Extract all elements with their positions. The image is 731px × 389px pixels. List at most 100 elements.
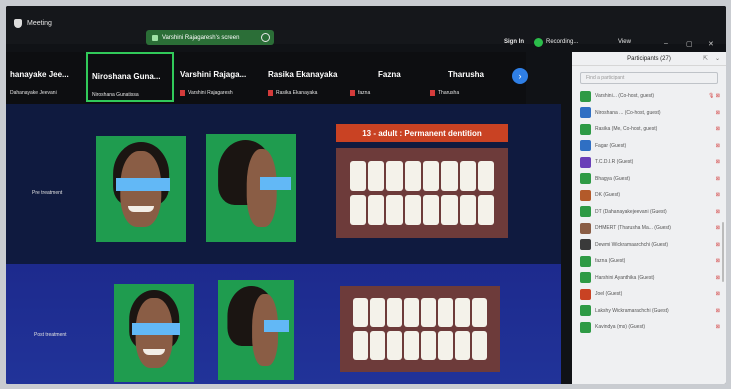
t — [477, 160, 495, 192]
participant-search-input[interactable]: Find a participant — [580, 72, 718, 84]
meeting-menu[interactable]: Meeting — [14, 19, 52, 28]
participant-row[interactable]: Dewmi Wickramaarchchi (Guest) ⊠ — [572, 237, 726, 254]
participant-row[interactable]: DT (Dahanayakejeevani (Guest) ⊠ — [572, 204, 726, 221]
mic-video-status-icon[interactable]: ⊠ — [716, 159, 720, 165]
mic-video-status-icon[interactable]: ⊠ — [716, 209, 720, 215]
mic-video-status-icon[interactable]: ⊠ — [716, 176, 720, 182]
pop-out-icon[interactable]: ⇱ — [703, 55, 708, 62]
video-tile[interactable]: Varshini Rajaga... Varshini Rajagaresh — [176, 52, 262, 102]
participant-name: Dewmi Wickramaarchchi (Guest) — [595, 241, 669, 248]
row — [352, 298, 488, 328]
t — [438, 330, 454, 360]
pre-profile-photo — [206, 134, 296, 242]
view-button[interactable]: View — [618, 39, 631, 45]
panel-title: Participants (27) — [627, 55, 671, 62]
privacy-blur — [131, 323, 180, 335]
tile-sub: Varshini Rajagaresh — [188, 90, 233, 96]
mic-video-status-icon[interactable]: ⊠ — [716, 225, 720, 231]
next-page-button[interactable]: › — [512, 68, 528, 84]
scrollbar[interactable] — [722, 222, 724, 282]
participant-row[interactable]: Kavindya (ms) (Guest) ⊠ — [572, 319, 726, 336]
t — [386, 160, 403, 192]
video-tile[interactable]: Tharusha Tharusha — [426, 52, 510, 102]
participants-panel: Participants (27) ⇱ ⌄ Find a participant… — [572, 52, 726, 384]
chevron-right-icon: › — [518, 71, 522, 81]
mic-video-status-icon[interactable]: ⊠ — [716, 242, 720, 248]
participant-row[interactable]: Rasika (Me, Co-host, guest) ⊠ — [572, 121, 726, 138]
mic-video-status-icon[interactable]: ⊠ — [716, 275, 720, 281]
avatar — [580, 239, 591, 251]
t — [438, 298, 454, 328]
slide-title: 13 - adult : Permanent dentition — [336, 124, 508, 142]
t — [368, 194, 385, 226]
participant-row[interactable]: Harshini Ayanthika (Guest) ⊠ — [572, 270, 726, 287]
smile — [142, 348, 166, 355]
participant-row[interactable]: Lakshy Wickramarachchi (Guest) ⊠ — [572, 303, 726, 320]
minimize-button[interactable]: – — [664, 40, 668, 47]
mic-video-status-icon[interactable]: ⊠ — [716, 110, 720, 116]
t — [441, 194, 458, 226]
participant-row[interactable]: Fagar (Guest) ⊠ — [572, 138, 726, 155]
avatar — [580, 321, 591, 333]
participant-row[interactable]: Joel (Guest) ⊠ — [572, 286, 726, 303]
row — [349, 160, 495, 192]
privacy-blur — [115, 178, 170, 192]
mic-video-status-icon[interactable]: ⊠ — [716, 126, 720, 132]
participant-row[interactable]: DHMERT (Tharusha Ma... (Guest) ⊠ — [572, 220, 726, 237]
participant-row[interactable]: fazna (Guest) ⊠ — [572, 253, 726, 270]
video-tile[interactable]: Fazna fazna — [346, 52, 426, 102]
participant-name: Fagar (Guest) — [595, 142, 627, 149]
t — [386, 298, 402, 328]
tile-label: Rasika Ekanayaka — [268, 90, 317, 96]
post-treatment-label: Post treatment — [34, 332, 67, 338]
mic-video-status-icon[interactable]: ⊠ — [716, 143, 720, 149]
pre-intraoral-photo — [336, 148, 508, 238]
avatar — [580, 90, 591, 102]
t — [352, 330, 368, 360]
mic-video-status-icon[interactable]: ⊠ — [716, 258, 720, 264]
mic-video-status-icon[interactable]: 🎙 ⊠ — [708, 93, 720, 99]
participant-row[interactable]: Bhagya (Guest) ⊠ — [572, 171, 726, 188]
security-shield-icon[interactable] — [534, 38, 543, 47]
participant-name: Kavindya (ms) (Guest) — [595, 324, 646, 331]
shared-screen-slide: Pre treatment Post treatment — [6, 104, 561, 384]
t — [422, 160, 440, 192]
mic-video-status-icon[interactable]: ⊠ — [716, 324, 720, 330]
screen-share-indicator[interactable]: Varshini Rajagaresh's screen — [146, 30, 274, 45]
zoom-window: Meeting Varshini Rajagaresh's screen Sig… — [6, 6, 726, 384]
close-button[interactable]: ✕ — [708, 40, 714, 48]
post-profile-photo — [218, 280, 294, 380]
mic-video-status-icon[interactable]: ⊠ — [716, 308, 720, 314]
post-intraoral-photo — [340, 286, 500, 372]
avatar — [580, 173, 591, 185]
tile-name: Tharusha — [448, 70, 485, 79]
participant-name: Rasika (Me, Co-host, guest) — [595, 126, 658, 133]
video-tile[interactable]: hanayake Jee... Dahanayake Jeevani — [6, 52, 86, 102]
video-tile[interactable]: Rasika Ekanayaka Rasika Ekanayaka — [264, 52, 352, 102]
share-label: Varshini Rajagaresh's screen — [162, 34, 240, 41]
options-icon[interactable] — [261, 33, 270, 42]
participant-name: Harshini Ayanthika (Guest) — [595, 274, 655, 281]
avatar — [580, 222, 591, 234]
participant-name: Bhagya (Guest) — [595, 175, 631, 182]
participant-row[interactable]: T.C.D.I.R (Guest) ⊠ — [572, 154, 726, 171]
participant-row[interactable]: DK (Guest) ⊠ — [572, 187, 726, 204]
avatar — [580, 189, 591, 201]
t — [459, 194, 476, 226]
avatar — [580, 206, 591, 218]
privacy-blur — [263, 320, 290, 332]
pre-frontal-photo — [96, 136, 186, 242]
avatar — [580, 255, 591, 267]
sign-in-button[interactable]: Sign In — [504, 39, 524, 45]
maximize-button[interactable]: ▢ — [686, 40, 693, 48]
recording-status[interactable]: Recording... — [546, 39, 578, 45]
mic-video-status-icon[interactable]: ⊠ — [716, 192, 720, 198]
tile-name: hanayake Jee... — [10, 70, 69, 79]
collapse-icon[interactable]: ⌄ — [715, 55, 720, 62]
tile-name: Rasika Ekanayaka — [268, 70, 338, 79]
tile-label: fazna — [350, 90, 370, 96]
participant-row[interactable]: Varshini... (Co-host, guest) 🎙 ⊠ — [572, 88, 726, 105]
video-tile-active-speaker[interactable]: Niroshana Guna... Niroshana Gunatissa — [86, 52, 174, 102]
participant-row[interactable]: Niroshana ... (Co-host, guest) ⊠ — [572, 105, 726, 122]
mic-video-status-icon[interactable]: ⊠ — [716, 291, 720, 297]
